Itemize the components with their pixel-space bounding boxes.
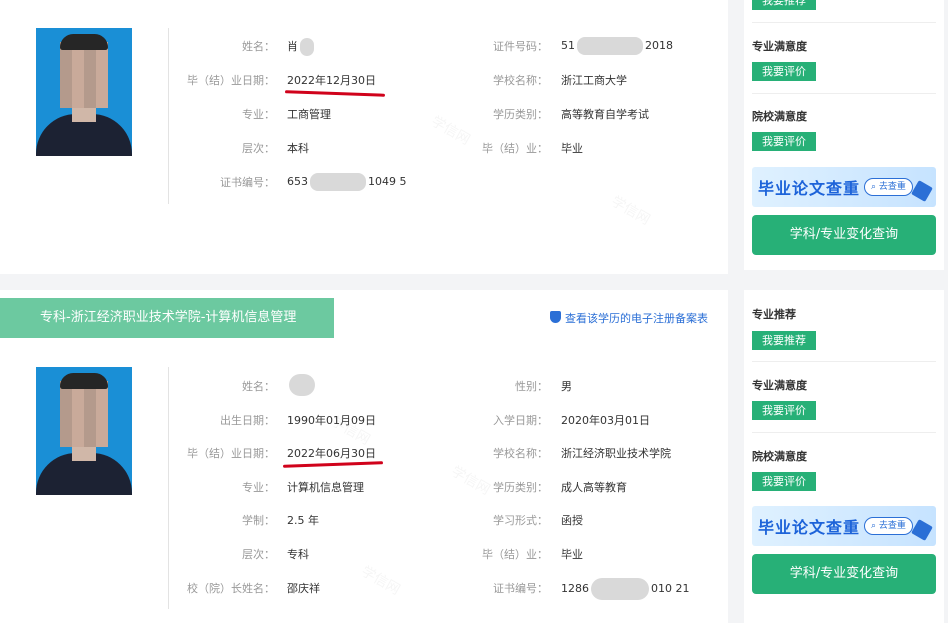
label-certificate-no: 证书编号： [493, 582, 548, 595]
major-satisfaction-title: 专业满意度 [752, 379, 807, 392]
label-graduation-date: 毕（结）业日期： [187, 447, 275, 460]
major-recommend-title: 专业推荐 [752, 308, 796, 321]
label-graduation-status: 毕（结）业： [482, 548, 548, 561]
label-education-type: 学历类别： [493, 481, 548, 494]
recommend-button[interactable]: 我要推荐 [752, 0, 816, 10]
value-school-name: 浙江工商大学 [561, 74, 627, 87]
label-name: 姓名： [242, 380, 275, 393]
label-graduation-date: 毕（结）业日期： [187, 74, 275, 87]
school-satisfaction-title: 院校满意度 [752, 110, 807, 123]
label-school-name: 学校名称： [493, 74, 548, 87]
major-satisfaction-title: 专业满意度 [752, 40, 807, 53]
value-graduation-date: 2022年12月30日 [287, 74, 376, 87]
record-card-1: 姓名： 肖 毕（结）业日期： 2022年12月30日 专业： 工商管理 层次： … [0, 0, 728, 274]
value-certificate-no: 1286 010 21 [561, 578, 690, 600]
value-enrollment-date: 2020年03月01日 [561, 414, 650, 427]
value-birth-date: 1990年01月09日 [287, 414, 376, 427]
value-certificate-no: 653 1049 5 [287, 173, 407, 191]
divider [752, 22, 936, 23]
label-name: 姓名： [242, 40, 275, 53]
value-gender: 男 [561, 380, 572, 393]
value-graduation-date: 2022年06月30日 [287, 447, 376, 460]
thesis-check-banner[interactable]: 毕业论文查重 ⌕ 去查重 [752, 506, 936, 546]
promo-text: 毕业论文查重 [758, 179, 861, 198]
value-school-name: 浙江经济职业技术学院 [561, 447, 671, 460]
value-graduation-status: 毕业 [561, 548, 583, 561]
label-school-name: 学校名称： [493, 447, 548, 460]
watermark: 学信网 [608, 191, 654, 229]
label-president-name: 校（院）长姓名： [187, 582, 275, 595]
value-major: 工商管理 [287, 108, 331, 121]
major-change-query-button[interactable]: 学科/专业变化查询 [752, 215, 936, 255]
red-underline [284, 90, 386, 97]
thesis-check-banner[interactable]: 毕业论文查重 ⌕ 去查重 [752, 167, 936, 207]
value-education-type: 高等教育自学考试 [561, 108, 649, 121]
label-major: 专业： [242, 108, 275, 121]
label-gender: 性别： [515, 380, 548, 393]
watermark: 学信网 [358, 561, 404, 599]
value-id-number: 51 2018 [561, 37, 673, 55]
value-duration: 2.5 年 [287, 514, 319, 527]
label-level: 层次： [242, 142, 275, 155]
pen-icon [911, 519, 933, 541]
rate-school-button[interactable]: 我要评价 [752, 472, 816, 491]
rate-school-button[interactable]: 我要评价 [752, 132, 816, 151]
value-education-type: 成人高等教育 [561, 481, 627, 494]
school-satisfaction-title: 院校满意度 [752, 450, 807, 463]
sidebar-bottom: 专业推荐 我要推荐 专业满意度 我要评价 院校满意度 我要评价 毕业论文查重 ⌕… [744, 290, 944, 623]
value-president-name: 邵庆祥 [287, 582, 320, 595]
value-name [287, 374, 317, 396]
pen-icon [911, 180, 933, 202]
promo-check-button[interactable]: ⌕ 去查重 [864, 517, 913, 535]
major-change-query-button[interactable]: 学科/专业变化查询 [752, 554, 936, 594]
value-level: 本科 [287, 142, 309, 155]
label-study-form: 学习形式： [493, 514, 548, 527]
promo-text: 毕业论文查重 [758, 518, 861, 537]
value-level: 专科 [287, 548, 309, 561]
rate-major-button[interactable]: 我要评价 [752, 62, 816, 81]
value-graduation-status: 毕业 [561, 142, 583, 155]
label-duration: 学制： [242, 514, 275, 527]
value-name: 肖 [287, 38, 316, 56]
shield-icon [550, 311, 561, 323]
divider [752, 93, 936, 94]
sidebar-top: 我要推荐 专业满意度 我要评价 院校满意度 我要评价 毕业论文查重 ⌕ 去查重 … [744, 0, 944, 270]
value-name-text: 肖 [287, 40, 298, 53]
divider [752, 432, 936, 433]
student-photo [36, 28, 132, 156]
label-major: 专业： [242, 481, 275, 494]
label-level: 层次： [242, 548, 275, 561]
divider [752, 361, 936, 362]
promo-check-button[interactable]: ⌕ 去查重 [864, 178, 913, 196]
label-certificate-no: 证书编号： [220, 176, 275, 189]
student-photo [36, 367, 132, 495]
label-enrollment-date: 入学日期： [493, 414, 548, 427]
rate-major-button[interactable]: 我要评价 [752, 401, 816, 420]
label-birth-date: 出生日期： [220, 414, 275, 427]
recommend-button[interactable]: 我要推荐 [752, 331, 816, 350]
record-banner: 专科-浙江经济职业技术学院-计算机信息管理 [0, 298, 334, 338]
e-registration-link[interactable]: 查看该学历的电子注册备案表 [550, 310, 708, 326]
value-study-form: 函授 [561, 514, 583, 527]
value-major: 计算机信息管理 [287, 481, 364, 494]
label-id-number: 证件号码： [493, 40, 548, 53]
